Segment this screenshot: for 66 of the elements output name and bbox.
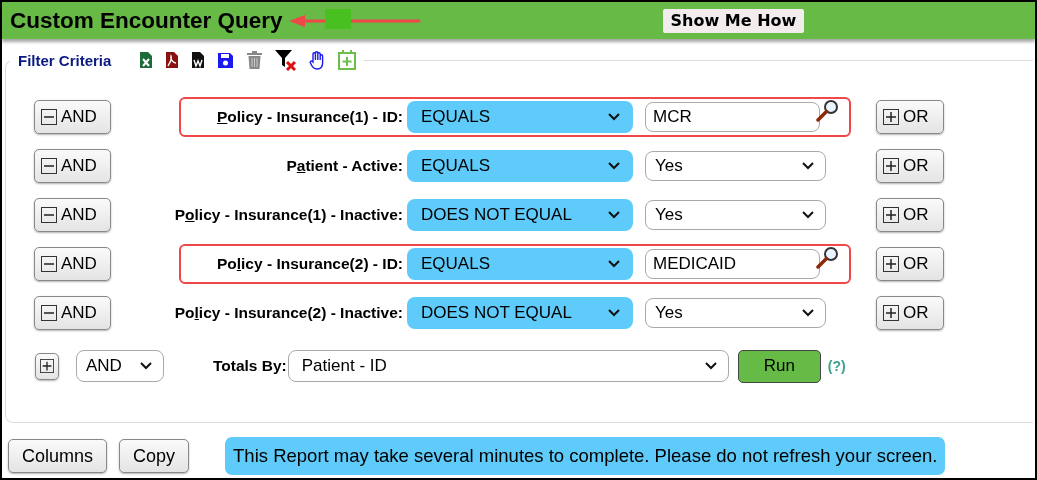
value-input[interactable]: MCR bbox=[645, 102, 820, 132]
minus-box-icon bbox=[41, 256, 57, 272]
chevron-down-icon bbox=[139, 361, 153, 371]
plus-box-icon bbox=[883, 109, 899, 125]
marker-block bbox=[324, 8, 351, 29]
notice-banner: This Report may take several minutes to complete. Please do not refresh your screen. bbox=[225, 437, 946, 475]
search-icon[interactable] bbox=[816, 246, 840, 270]
run-button[interactable]: Run bbox=[737, 349, 821, 383]
remove-and-button[interactable]: AND bbox=[34, 247, 111, 281]
footer-button[interactable]: Columns bbox=[8, 439, 108, 473]
criterion-label: Policy - Insurance(1) - ID: bbox=[215, 108, 403, 126]
join-dropdown[interactable]: AND bbox=[76, 350, 164, 382]
save-icon[interactable] bbox=[217, 51, 235, 69]
pdf-icon[interactable] bbox=[165, 51, 180, 69]
chevron-down-icon bbox=[607, 308, 621, 318]
chevron-down-icon bbox=[801, 308, 815, 318]
search-icon[interactable] bbox=[816, 99, 840, 123]
trash-icon[interactable] bbox=[246, 51, 264, 69]
value-dropdown[interactable]: Yes bbox=[645, 298, 826, 328]
chevron-down-icon bbox=[607, 112, 621, 122]
spreadsheet-icon[interactable] bbox=[139, 51, 154, 69]
add-or-button[interactable]: OR bbox=[876, 247, 944, 281]
value-input[interactable]: MEDICAID bbox=[645, 249, 820, 279]
chevron-down-icon bbox=[607, 161, 621, 171]
operator-dropdown[interactable]: DOES NOT EQUAL bbox=[407, 297, 633, 329]
totals-by-label: Totals By: bbox=[213, 357, 287, 375]
criterion-label: Patient - Active: bbox=[285, 157, 403, 175]
plus-box-icon bbox=[883, 207, 899, 223]
criterion-label: Policy - Insurance(2) - ID: bbox=[215, 255, 403, 273]
chevron-down-icon bbox=[801, 210, 815, 220]
minus-box-icon bbox=[41, 207, 57, 223]
value-dropdown[interactable]: Yes bbox=[645, 151, 826, 181]
operator-dropdown[interactable]: DOES NOT EQUAL bbox=[407, 199, 633, 231]
chevron-down-icon bbox=[607, 259, 621, 269]
add-criterion-button[interactable] bbox=[35, 352, 59, 380]
add-or-button[interactable]: OR bbox=[876, 100, 944, 134]
chevron-down-icon bbox=[703, 361, 718, 371]
text-document-icon[interactable] bbox=[191, 51, 206, 69]
value-dropdown[interactable]: Yes bbox=[645, 200, 826, 230]
minus-box-icon bbox=[41, 109, 57, 125]
minus-box-icon bbox=[41, 158, 57, 174]
criterion-label: Policy - Insurance(2) - Inactive: bbox=[173, 304, 403, 322]
footer-button[interactable]: Copy bbox=[119, 439, 190, 473]
remove-and-button[interactable]: AND bbox=[34, 296, 111, 330]
plus-box-icon bbox=[40, 359, 54, 373]
plus-box-icon bbox=[883, 256, 899, 272]
chevron-down-icon bbox=[607, 210, 621, 220]
clear-filter-icon[interactable] bbox=[275, 49, 298, 71]
add-or-button[interactable]: OR bbox=[876, 296, 944, 330]
page-title: Custom Encounter Query bbox=[10, 7, 283, 34]
remove-and-button[interactable]: AND bbox=[34, 100, 111, 134]
add-or-button[interactable]: OR bbox=[876, 198, 944, 232]
filter-criteria-heading: Filter Criteria bbox=[18, 51, 112, 69]
operator-dropdown[interactable]: EQUALS bbox=[407, 101, 633, 133]
operator-dropdown[interactable]: EQUALS bbox=[407, 248, 633, 280]
plus-box-icon bbox=[883, 305, 899, 321]
operator-dropdown[interactable]: EQUALS bbox=[407, 150, 633, 182]
add-or-button[interactable]: OR bbox=[876, 149, 944, 183]
chevron-down-icon bbox=[801, 161, 815, 171]
remove-and-button[interactable]: AND bbox=[34, 198, 111, 232]
remove-and-button[interactable]: AND bbox=[34, 149, 111, 183]
show-me-how-button[interactable]: Show Me How bbox=[662, 8, 805, 33]
plus-box-icon bbox=[883, 158, 899, 174]
criterion-label: Policy - Insurance(1) - Inactive: bbox=[173, 206, 403, 224]
minus-box-icon bbox=[41, 305, 57, 321]
totals-dropdown[interactable]: Patient - ID bbox=[287, 350, 729, 382]
